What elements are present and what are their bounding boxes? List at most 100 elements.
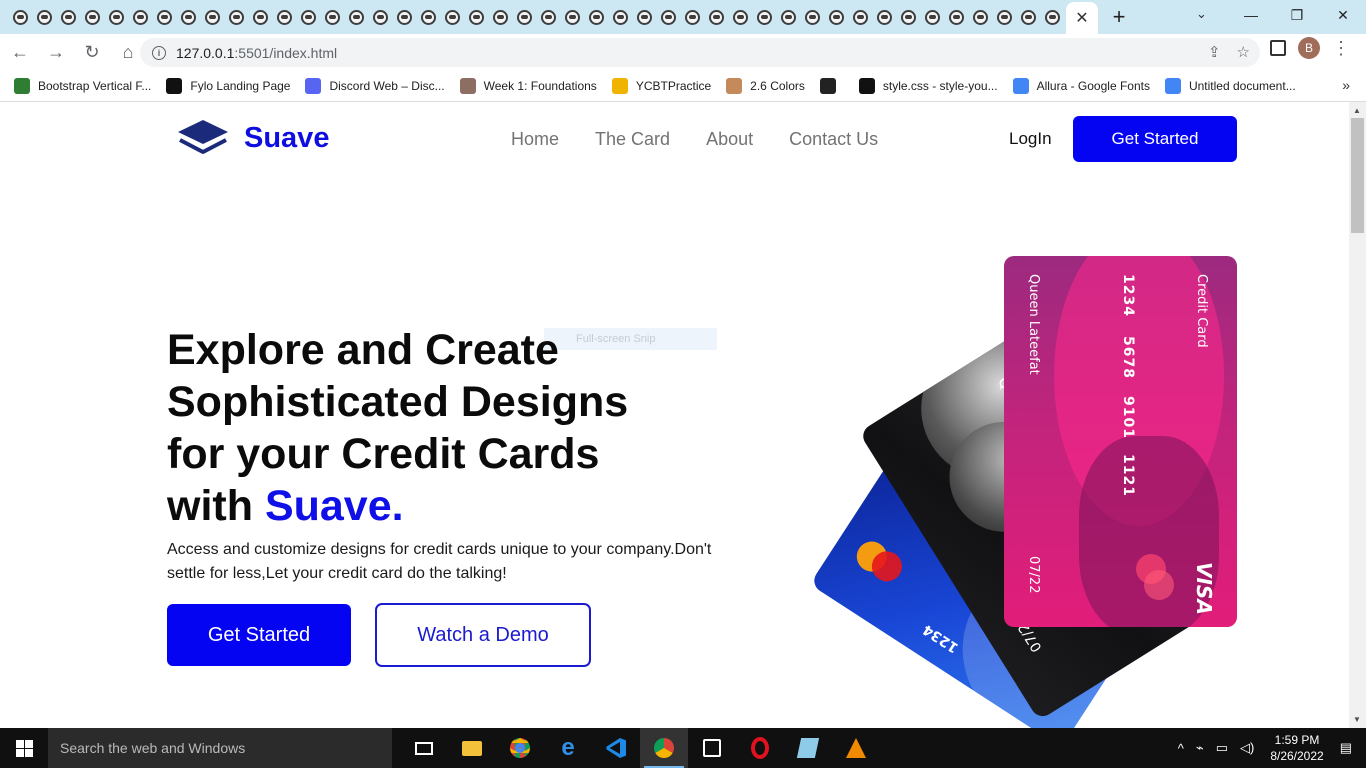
get-started-button[interactable]: Get Started bbox=[167, 604, 351, 666]
notepad-icon[interactable] bbox=[784, 728, 832, 768]
menu-kebab-icon[interactable]: ⋮ bbox=[1332, 38, 1350, 59]
tab-favicon-icon[interactable] bbox=[296, 0, 320, 34]
site-info-icon[interactable]: i bbox=[152, 45, 166, 60]
bookmark-item[interactable]: YCBTPractice bbox=[611, 78, 711, 94]
tab-favicon-icon[interactable] bbox=[896, 0, 920, 34]
taskbar-search[interactable]: Search the web and Windows bbox=[48, 728, 392, 768]
profile-avatar[interactable]: B bbox=[1298, 37, 1320, 59]
active-tab-close-button[interactable]: ✕ bbox=[1066, 2, 1098, 34]
store-icon[interactable] bbox=[688, 728, 736, 768]
tab-favicon-icon[interactable] bbox=[440, 0, 464, 34]
tab-favicon-icon[interactable] bbox=[752, 0, 776, 34]
tab-favicon-icon[interactable] bbox=[8, 0, 32, 34]
notifications-icon[interactable]: ▤ bbox=[1340, 740, 1352, 756]
tab-favicon-icon[interactable] bbox=[560, 0, 584, 34]
scroll-down-icon[interactable]: ▼ bbox=[1353, 715, 1361, 724]
back-arrow-icon[interactable]: ← bbox=[4, 37, 36, 69]
bookmark-item[interactable]: Bootstrap Vertical F... bbox=[14, 78, 151, 94]
vscode-icon[interactable] bbox=[592, 728, 640, 768]
tab-favicon-icon[interactable] bbox=[1040, 0, 1064, 34]
tab-favicon-icon[interactable] bbox=[104, 0, 128, 34]
tab-favicon-icon[interactable] bbox=[32, 0, 56, 34]
nav-home[interactable]: Home bbox=[511, 129, 559, 150]
bookmarks-overflow-icon[interactable]: » bbox=[1342, 77, 1350, 93]
close-window-button[interactable]: ✕ bbox=[1320, 0, 1366, 30]
bookmark-item[interactable]: Week 1: Foundations bbox=[459, 78, 597, 94]
login-link[interactable]: LogIn bbox=[1009, 129, 1052, 149]
tab-favicon-icon[interactable] bbox=[488, 0, 512, 34]
tab-favicon-icon[interactable] bbox=[872, 0, 896, 34]
scroll-up-icon[interactable]: ▲ bbox=[1353, 106, 1361, 115]
tab-favicon-icon[interactable] bbox=[800, 0, 824, 34]
tab-favicon-icon[interactable] bbox=[920, 0, 944, 34]
tab-favicon-icon[interactable] bbox=[200, 0, 224, 34]
tab-favicon-icon[interactable] bbox=[320, 0, 344, 34]
minimize-button[interactable]: — bbox=[1228, 0, 1274, 30]
bookmark-item[interactable]: 2.6 Colors bbox=[726, 78, 805, 94]
vlc-icon[interactable] bbox=[832, 728, 880, 768]
tab-favicon-icon[interactable] bbox=[392, 0, 416, 34]
site-logo[interactable]: Suave bbox=[176, 118, 329, 158]
tab-search-chevron-icon[interactable]: ⌄ bbox=[1196, 6, 1207, 22]
edge-icon[interactable]: e bbox=[544, 728, 592, 768]
tab-favicon-icon[interactable] bbox=[344, 0, 368, 34]
tab-favicon-icon[interactable] bbox=[512, 0, 536, 34]
bookmark-item[interactable]: style.css - style-you... bbox=[858, 78, 998, 94]
nav-the-card[interactable]: The Card bbox=[595, 129, 670, 150]
bookmark-item[interactable]: Allura - Google Fonts bbox=[1012, 78, 1150, 94]
tab-favicon-icon[interactable] bbox=[968, 0, 992, 34]
tab-favicon-icon[interactable] bbox=[584, 0, 608, 34]
task-view-icon[interactable] bbox=[400, 728, 448, 768]
clock[interactable]: 1:59 PM 8/26/2022 bbox=[1270, 732, 1323, 764]
tray-chevron-icon[interactable]: ^ bbox=[1178, 741, 1184, 756]
tab-favicon-icon[interactable] bbox=[248, 0, 272, 34]
side-panel-icon[interactable] bbox=[1270, 40, 1286, 56]
tab-favicon-icon[interactable] bbox=[368, 0, 392, 34]
tab-favicon-icon[interactable] bbox=[656, 0, 680, 34]
reload-icon[interactable]: ↻ bbox=[76, 37, 108, 69]
tab-favicon-icon[interactable] bbox=[824, 0, 848, 34]
chrome-icon[interactable] bbox=[496, 728, 544, 768]
start-button[interactable] bbox=[0, 728, 48, 768]
tab-favicon-icon[interactable] bbox=[464, 0, 488, 34]
tab-favicon-icon[interactable] bbox=[1016, 0, 1040, 34]
tab-favicon-icon[interactable] bbox=[152, 0, 176, 34]
network-icon[interactable]: ⌁ bbox=[1196, 740, 1204, 756]
tab-favicon-icon[interactable] bbox=[992, 0, 1016, 34]
tab-favicon-icon[interactable] bbox=[848, 0, 872, 34]
url-text[interactable]: 127.0.0.1:5501/index.html bbox=[176, 45, 337, 61]
file-explorer-icon[interactable] bbox=[448, 728, 496, 768]
tab-favicon-icon[interactable] bbox=[608, 0, 632, 34]
tab-favicon-icon[interactable] bbox=[416, 0, 440, 34]
tab-favicon-icon[interactable] bbox=[272, 0, 296, 34]
watch-demo-button[interactable]: Watch a Demo bbox=[375, 603, 591, 667]
nav-contact-us[interactable]: Contact Us bbox=[789, 129, 878, 150]
chrome-profile-icon[interactable] bbox=[640, 728, 688, 768]
tab-favicon-icon[interactable] bbox=[176, 0, 200, 34]
volume-icon[interactable]: ◁) bbox=[1240, 740, 1254, 756]
bookmark-item[interactable]: Discord Web – Disc... bbox=[305, 78, 445, 94]
tab-favicon-icon[interactable] bbox=[632, 0, 656, 34]
forward-arrow-icon[interactable]: → bbox=[40, 37, 72, 69]
tab-favicon-icon[interactable] bbox=[128, 0, 152, 34]
tab-favicon-icon[interactable] bbox=[944, 0, 968, 34]
bookmark-item[interactable]: Untitled document... bbox=[1164, 78, 1296, 94]
share-icon[interactable]: ⇪ bbox=[1208, 43, 1221, 61]
tab-favicon-icon[interactable] bbox=[536, 0, 560, 34]
tab-favicon-icon[interactable] bbox=[680, 0, 704, 34]
bookmark-item[interactable]: Fylo Landing Page bbox=[166, 78, 290, 94]
restore-button[interactable]: ❐ bbox=[1274, 0, 1320, 30]
tab-favicon-icon[interactable] bbox=[728, 0, 752, 34]
bookmark-item[interactable] bbox=[819, 78, 844, 94]
battery-icon[interactable]: ▭ bbox=[1216, 740, 1228, 756]
tab-favicon-icon[interactable] bbox=[224, 0, 248, 34]
nav-about[interactable]: About bbox=[706, 129, 753, 150]
scroll-thumb[interactable] bbox=[1351, 118, 1364, 233]
get-started-header-button[interactable]: Get Started bbox=[1073, 116, 1237, 162]
new-tab-button[interactable]: + bbox=[1106, 4, 1132, 30]
page-scrollbar[interactable]: ▲ ▼ bbox=[1349, 102, 1366, 728]
bookmark-star-icon[interactable]: ☆ bbox=[1237, 43, 1250, 61]
tab-favicon-icon[interactable] bbox=[56, 0, 80, 34]
tab-favicon-icon[interactable] bbox=[704, 0, 728, 34]
tab-favicon-icon[interactable] bbox=[776, 0, 800, 34]
